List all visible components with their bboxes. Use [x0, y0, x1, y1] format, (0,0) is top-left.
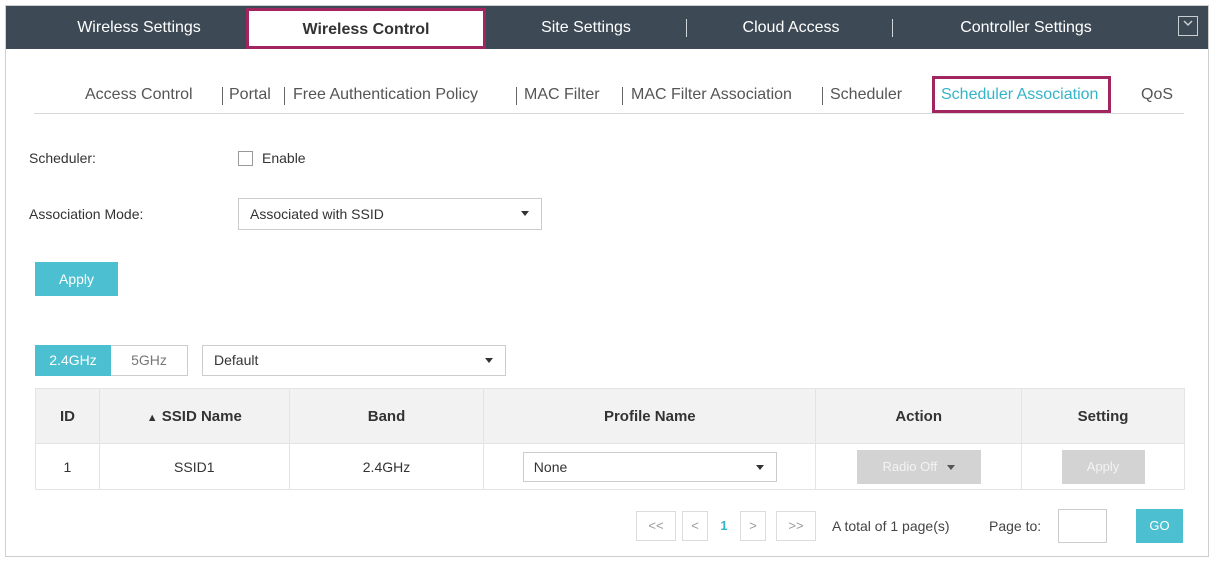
chevron-down-icon	[485, 358, 493, 363]
header-band: Band	[288, 388, 485, 444]
subnav-divider	[822, 87, 823, 105]
subnav-divider	[516, 87, 517, 105]
action-select-value: Radio Off	[882, 458, 938, 474]
chevron-down-icon	[755, 464, 764, 470]
association-mode-value: Associated with SSID	[250, 206, 384, 222]
tab-wireless-control[interactable]: Wireless Control	[246, 8, 486, 49]
tab-site-settings[interactable]: Site Settings	[496, 6, 676, 49]
table-row: 1 SSID1 2.4GHz None Radio Off Apply	[35, 443, 1185, 490]
table-header-row: ID ▲︎ SSID Name Band Profile Name Action…	[35, 388, 1185, 444]
header-ssid-name[interactable]: ▲︎ SSID Name	[98, 388, 290, 444]
current-page[interactable]: 1	[714, 511, 734, 541]
header-setting: Setting	[1021, 388, 1185, 444]
cell-id: 1	[35, 443, 100, 490]
profile-select[interactable]: None	[522, 451, 777, 482]
subnav-scheduler-association[interactable]: Scheduler Association	[932, 76, 1112, 113]
ssid-table: ID ▲︎ SSID Name Band Profile Name Action…	[35, 388, 1185, 490]
first-page-button[interactable]: <<	[636, 511, 676, 541]
association-mode-label: Association Mode:	[29, 206, 144, 222]
top-nav: Wireless Settings Wireless Control Site …	[6, 6, 1208, 49]
app-frame: Wireless Settings Wireless Control Site …	[5, 5, 1209, 557]
cell-profile: None	[483, 443, 817, 490]
cell-setting: Apply	[1021, 443, 1185, 490]
last-page-button[interactable]: >>	[776, 511, 816, 541]
cell-ssid-name: SSID1	[98, 443, 290, 490]
row-apply-button[interactable]: Apply	[1061, 449, 1145, 484]
profile-select-value: None	[533, 458, 568, 475]
scheduler-label: Scheduler:	[29, 150, 96, 166]
group-select-value: Default	[214, 352, 259, 368]
apply-button[interactable]: Apply	[35, 262, 118, 296]
tab-wireless-settings[interactable]: Wireless Settings	[44, 6, 234, 49]
chevron-down-icon[interactable]	[1178, 16, 1198, 36]
page-to-label: Page to:	[989, 518, 1042, 534]
subnav-mac-filter-association[interactable]: MAC Filter Association	[631, 86, 792, 104]
header-ssid-name-label: SSID Name	[161, 407, 242, 425]
group-select[interactable]: Default	[202, 345, 506, 376]
header-action: Action	[815, 388, 1023, 444]
page-number-input[interactable]	[1058, 509, 1107, 543]
next-page-button[interactable]: >	[740, 511, 766, 541]
subnav-scheduler[interactable]: Scheduler	[830, 86, 902, 104]
cell-band: 2.4GHz	[288, 443, 485, 490]
band-tab-5ghz[interactable]: 5GHz	[111, 345, 188, 376]
go-button[interactable]: GO	[1136, 509, 1183, 543]
tab-cloud-access[interactable]: Cloud Access	[696, 6, 886, 49]
subnav-mac-filter[interactable]: MAC Filter	[524, 86, 600, 104]
header-id: ID	[35, 388, 100, 444]
total-pages-text: A total of 1 page(s)	[832, 518, 950, 534]
subnav-free-auth-policy[interactable]: Free Authentication Policy	[293, 86, 478, 104]
subnav-access-control[interactable]: Access Control	[85, 86, 193, 104]
enable-label: Enable	[262, 150, 306, 166]
enable-checkbox[interactable]	[238, 151, 253, 166]
sub-nav: Access Control Portal Free Authenticatio…	[6, 72, 1186, 113]
action-select[interactable]: Radio Off	[856, 449, 981, 484]
prev-page-button[interactable]: <	[682, 511, 708, 541]
subnav-divider	[222, 87, 223, 105]
subnav-divider	[284, 87, 285, 105]
cell-action: Radio Off	[815, 443, 1023, 490]
subnav-qos[interactable]: QoS	[1141, 86, 1173, 104]
tab-divider	[686, 19, 687, 37]
chevron-down-icon	[946, 464, 955, 470]
header-profile-name: Profile Name	[483, 388, 817, 444]
tab-divider	[892, 19, 893, 37]
chevron-down-icon	[521, 211, 529, 216]
subnav-divider	[622, 87, 623, 105]
chevron-down-glyph	[1183, 20, 1193, 27]
subnav-underline	[34, 113, 1184, 114]
band-tab-24ghz[interactable]: 2.4GHz	[35, 345, 111, 376]
tab-controller-settings[interactable]: Controller Settings	[906, 6, 1146, 49]
subnav-portal[interactable]: Portal	[229, 86, 271, 104]
association-mode-select[interactable]: Associated with SSID	[238, 198, 542, 230]
sort-icon[interactable]: ▲︎	[147, 412, 158, 424]
